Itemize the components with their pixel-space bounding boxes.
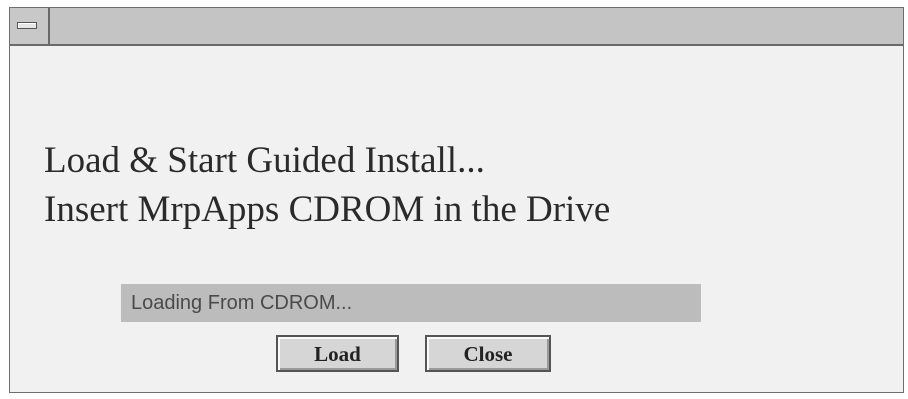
loading-status-bar: Loading From CDROM...: [121, 284, 701, 322]
status-text: Loading From CDROM...: [131, 292, 353, 314]
load-button[interactable]: Load: [276, 335, 399, 372]
window-menu-button[interactable]: [10, 8, 50, 44]
message-line-insert: Insert MrpApps CDROM in the Drive: [44, 189, 611, 230]
title-bar[interactable]: [10, 8, 903, 46]
install-message: Load & Start Guided Install... Insert Mr…: [44, 136, 610, 234]
close-button[interactable]: Close: [425, 335, 551, 372]
message-line-load: Load & Start Guided Install...: [44, 140, 485, 181]
window-menu-icon: [17, 22, 37, 29]
